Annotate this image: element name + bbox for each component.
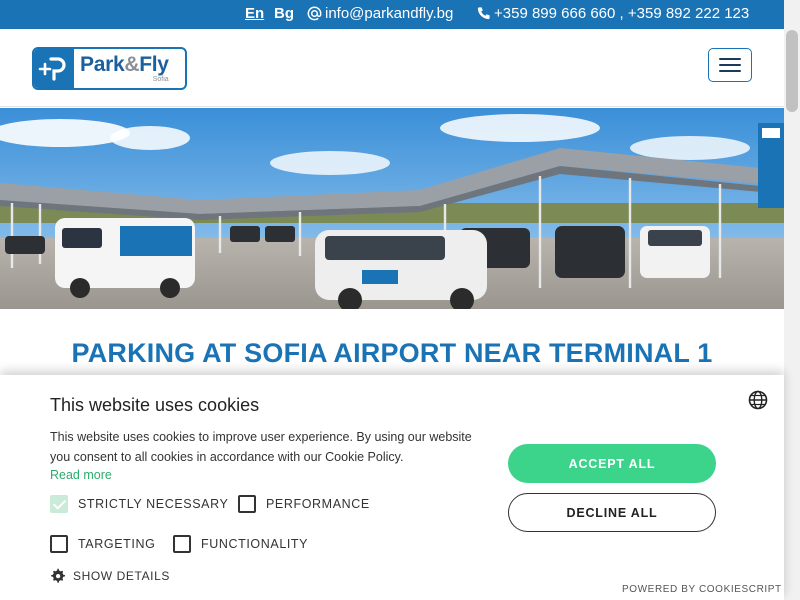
- checkbox-label: PERFORMANCE: [266, 497, 370, 511]
- checkbox-label: STRICTLY NECESSARY: [78, 497, 229, 511]
- decline-all-button[interactable]: DECLINE ALL: [508, 493, 716, 532]
- checkbox-unchecked-icon: [238, 495, 256, 513]
- checkbox-targeting[interactable]: TARGETING: [50, 535, 155, 553]
- show-details-toggle[interactable]: SHOW DETAILS: [50, 568, 170, 583]
- cookie-consent-banner: This website uses cookies This website u…: [0, 375, 784, 600]
- powered-by-cookiescript-link[interactable]: POWERED BY COOKIESCRIPT: [622, 584, 782, 595]
- checkbox-label: FUNCTIONALITY: [201, 537, 309, 551]
- site-header: Park&Fly Sofia: [0, 29, 784, 107]
- hamburger-line-icon: [719, 70, 741, 72]
- logo-text: Park&Fly Sofia: [80, 54, 169, 83]
- checkbox-checked-icon: [50, 495, 68, 513]
- logo-name: Park&Fly: [80, 54, 169, 75]
- hamburger-line-icon: [719, 64, 741, 66]
- hero-parking-image: [0, 108, 784, 309]
- hamburger-line-icon: [719, 58, 741, 60]
- phone-text: +359 899 666 660 , +359 892 222 123: [494, 5, 750, 22]
- logo-city: Sofia: [152, 76, 169, 83]
- logo-plane-p-icon: [34, 49, 74, 88]
- checkbox-functionality[interactable]: FUNCTIONALITY: [173, 535, 308, 553]
- gear-icon: [51, 568, 65, 583]
- show-details-label: SHOW DETAILS: [73, 568, 170, 583]
- top-contact-bar: En Bg info@parkandfly.bg +359 899 666 66…: [0, 0, 784, 29]
- checkbox-unchecked-icon: [50, 535, 68, 553]
- logo-name-park: Park: [80, 53, 125, 76]
- park-and-fly-logo[interactable]: Park&Fly Sofia: [32, 47, 187, 90]
- hamburger-menu-button[interactable]: [708, 48, 752, 82]
- page-title: PARKING AT SOFIA AIRPORT NEAR TERMINAL 1: [71, 338, 713, 368]
- checkbox-unchecked-icon: [173, 535, 191, 553]
- checkbox-strictly-necessary[interactable]: STRICTLY NECESSARY: [50, 495, 228, 513]
- email-text: info@parkandfly.bg: [325, 5, 454, 22]
- read-more-link[interactable]: Read more: [50, 468, 112, 482]
- checkbox-performance[interactable]: PERFORMANCE: [238, 495, 370, 513]
- email-link[interactable]: info@parkandfly.bg: [307, 5, 453, 22]
- at-icon: [307, 6, 322, 21]
- accept-all-button[interactable]: ACCEPT ALL: [508, 444, 716, 483]
- scrollbar-thumb[interactable]: [786, 30, 798, 112]
- checkbox-label: TARGETING: [78, 537, 156, 551]
- cookie-banner-description: This website uses cookies to improve use…: [50, 430, 472, 464]
- cookie-banner-title: This website uses cookies: [50, 395, 260, 415]
- language-globe-icon[interactable]: [748, 390, 768, 410]
- logo-name-fly: Fly: [139, 53, 169, 76]
- language-en-link[interactable]: En: [245, 5, 264, 22]
- language-bg-link[interactable]: Bg: [274, 5, 294, 22]
- phone-link[interactable]: +359 899 666 660 , +359 892 222 123: [476, 5, 749, 22]
- logo-name-amp: &: [124, 53, 140, 76]
- page: En Bg info@parkandfly.bg +359 899 666 66…: [0, 0, 800, 600]
- phone-icon: [477, 7, 490, 20]
